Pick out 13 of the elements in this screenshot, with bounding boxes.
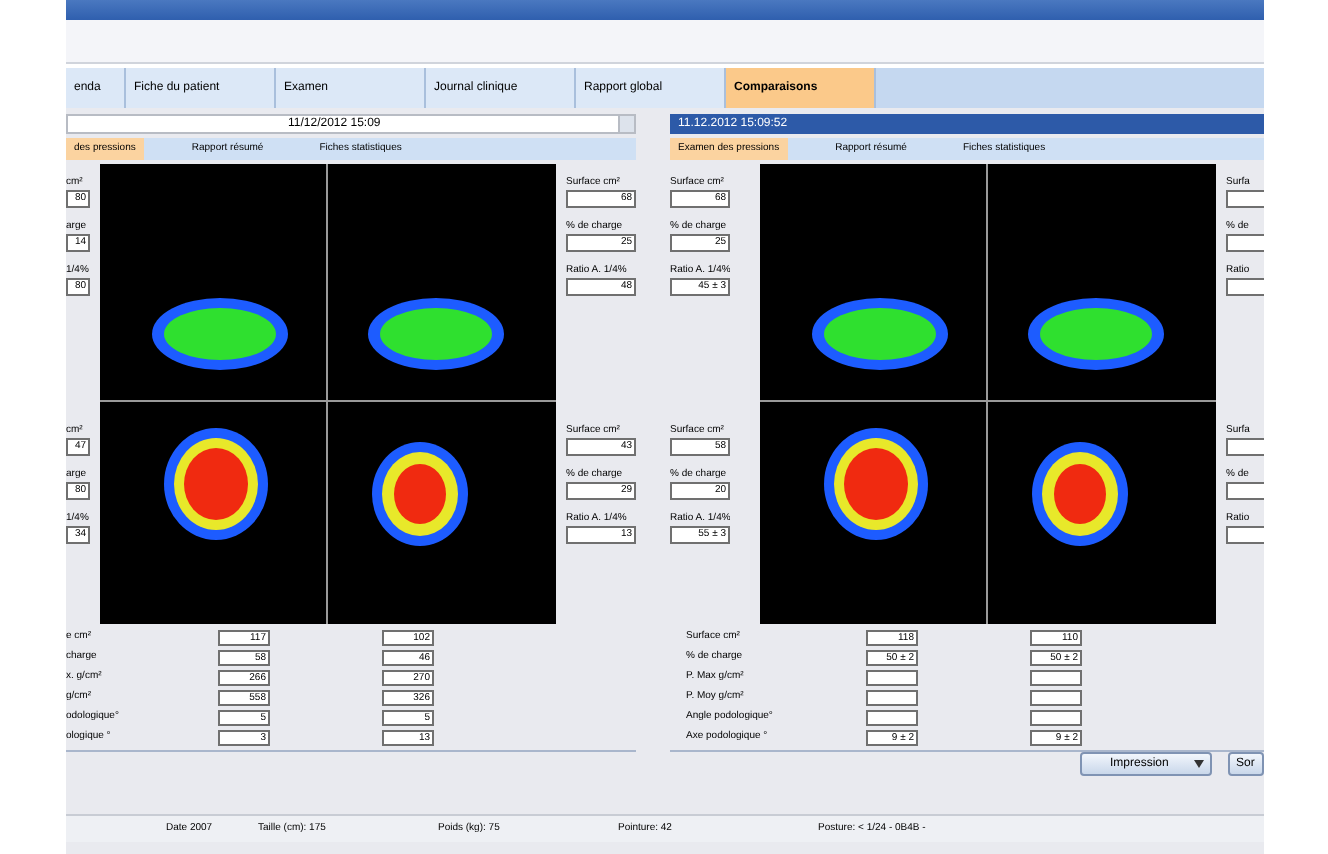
input-field[interactable] [1226, 278, 1264, 296]
input-field[interactable] [1226, 438, 1264, 456]
input-field[interactable] [1226, 190, 1264, 208]
input-field[interactable] [1226, 234, 1264, 252]
input-field[interactable] [866, 670, 918, 686]
input-field[interactable] [866, 710, 918, 726]
input-field[interactable] [1030, 690, 1082, 706]
input-field[interactable] [1226, 526, 1264, 544]
input-field[interactable] [1030, 670, 1082, 686]
input-field[interactable] [1030, 710, 1082, 726]
caret-icon [1194, 760, 1204, 768]
input-field[interactable] [1226, 482, 1264, 500]
input-field[interactable] [866, 690, 918, 706]
